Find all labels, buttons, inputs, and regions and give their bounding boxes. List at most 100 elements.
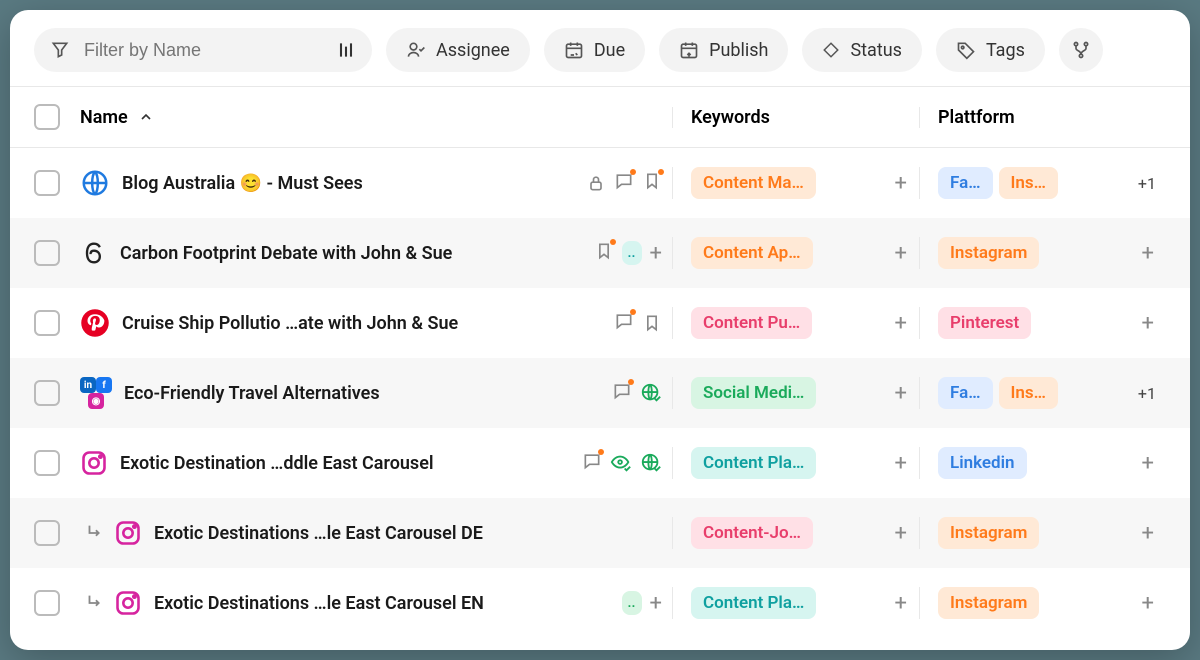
- assignee-label: Assignee: [436, 40, 510, 61]
- table-row[interactable]: Exotic Destinations …le East Carousel DE…: [10, 498, 1190, 568]
- row-checkbox[interactable]: [34, 450, 60, 476]
- row-checkbox[interactable]: [34, 310, 60, 336]
- overflow-count[interactable]: +1: [1138, 174, 1156, 193]
- keyword-tag[interactable]: Content Pla…: [691, 447, 816, 479]
- platform-tag[interactable]: Pinterest: [938, 307, 1031, 339]
- row-title: Eco-Friendly Travel Alternatives: [124, 383, 380, 404]
- branch-button[interactable]: [1059, 28, 1103, 72]
- add-button[interactable]: +: [650, 241, 662, 266]
- branch-icon: [1071, 40, 1091, 60]
- platform-header-label: Plattform: [938, 107, 1015, 128]
- mini-tag: ..: [622, 591, 642, 615]
- add-keyword-button[interactable]: +: [895, 521, 907, 546]
- mini-tag: ..: [622, 241, 642, 265]
- table-body: Blog Australia 😊 - Must Sees Content Ma……: [10, 148, 1190, 650]
- add-keyword-button[interactable]: +: [895, 241, 907, 266]
- add-keyword-button[interactable]: +: [895, 451, 907, 476]
- row-checkbox[interactable]: [34, 170, 60, 196]
- row-title: Exotic Destination …ddle East Carousel: [120, 453, 434, 474]
- table-row[interactable]: inf◉ Eco-Friendly Travel Alternatives So…: [10, 358, 1190, 428]
- publish-label: Publish: [709, 40, 768, 61]
- platform-tag[interactable]: Ins…: [999, 167, 1058, 199]
- eye-check-icon[interactable]: [610, 452, 632, 474]
- add-platform-button[interactable]: +: [1142, 521, 1154, 546]
- publish-filter[interactable]: Publish: [659, 28, 788, 72]
- add-platform-button[interactable]: +: [1142, 311, 1154, 336]
- keyword-tag[interactable]: Content-Jo…: [691, 517, 813, 549]
- due-label: Due: [594, 40, 625, 61]
- keyword-tag[interactable]: Social Medi…: [691, 377, 816, 409]
- select-all-checkbox[interactable]: [34, 104, 60, 130]
- lock-icon: [586, 173, 606, 193]
- row-title: Carbon Footprint Debate with John & Sue: [120, 243, 452, 264]
- tag-icon: [956, 40, 976, 60]
- add-keyword-button[interactable]: +: [895, 171, 907, 196]
- instagram-icon: [114, 519, 142, 547]
- instagram-icon: [80, 449, 108, 477]
- add-platform-button[interactable]: +: [1142, 241, 1154, 266]
- keyword-tag[interactable]: Content Pu…: [691, 307, 812, 339]
- table-header: Name Keywords Plattform: [10, 86, 1190, 148]
- platform-tag[interactable]: Ins…: [999, 377, 1058, 409]
- table-row[interactable]: Carbon Footprint Debate with John & Sue …: [10, 218, 1190, 288]
- filter-input[interactable]: [82, 39, 256, 62]
- add-button[interactable]: +: [650, 591, 662, 616]
- table-row[interactable]: Exotic Destination …ddle East Carousel C…: [10, 428, 1190, 498]
- row-title: Cruise Ship Pollutio …ate with John & Su…: [122, 313, 458, 334]
- platform-tag[interactable]: Instagram: [938, 587, 1039, 619]
- child-indent-icon: [84, 522, 106, 544]
- platform-tag[interactable]: Instagram: [938, 517, 1039, 549]
- toolbar: Assignee Due Publish Status Tags: [10, 10, 1190, 86]
- multi-platform-icon: inf◉: [80, 377, 112, 409]
- platform-tag[interactable]: Instagram: [938, 237, 1039, 269]
- instagram-icon: [114, 589, 142, 617]
- user-check-icon: [406, 40, 426, 60]
- row-checkbox[interactable]: [34, 240, 60, 266]
- row-title: Blog Australia 😊 - Must Sees: [122, 173, 363, 194]
- table-row[interactable]: Cruise Ship Pollutio …ate with John & Su…: [10, 288, 1190, 358]
- child-indent-icon: [84, 592, 106, 614]
- row-checkbox[interactable]: [34, 380, 60, 406]
- bookmark-icon[interactable]: [642, 313, 662, 333]
- add-keyword-button[interactable]: +: [895, 591, 907, 616]
- sort-asc-icon: [138, 109, 154, 125]
- add-platform-button[interactable]: +: [1142, 451, 1154, 476]
- platform-tag[interactable]: Fa…: [938, 377, 993, 409]
- row-title: Exotic Destinations …le East Carousel EN: [154, 593, 484, 614]
- pinterest-icon: [80, 308, 110, 338]
- keyword-tag[interactable]: Content Ap…: [691, 237, 813, 269]
- table-row[interactable]: Exotic Destinations …le East Carousel EN…: [10, 568, 1190, 638]
- status-filter[interactable]: Status: [802, 28, 921, 72]
- threads-icon: [80, 239, 108, 267]
- diamond-icon: [822, 41, 840, 59]
- due-filter[interactable]: Due: [544, 28, 645, 72]
- add-platform-button[interactable]: +: [1142, 591, 1154, 616]
- row-checkbox[interactable]: [34, 590, 60, 616]
- platform-tag[interactable]: Fa…: [938, 167, 993, 199]
- add-keyword-button[interactable]: +: [895, 311, 907, 336]
- name-column-header[interactable]: Name: [80, 107, 672, 128]
- table-row[interactable]: Blog Australia 😊 - Must Sees Content Ma……: [10, 148, 1190, 218]
- filter-by-name[interactable]: [34, 28, 372, 72]
- assignee-filter[interactable]: Assignee: [386, 28, 530, 72]
- calendar-due-icon: [564, 40, 584, 60]
- name-header-label: Name: [80, 107, 128, 128]
- platform-tag[interactable]: Linkedin: [938, 447, 1027, 479]
- row-title: Exotic Destinations …le East Carousel DE: [154, 523, 483, 544]
- globe-icon: [80, 168, 110, 198]
- overflow-count[interactable]: +1: [1138, 384, 1156, 403]
- tags-label: Tags: [986, 40, 1025, 61]
- add-keyword-button[interactable]: +: [895, 381, 907, 406]
- columns-icon[interactable]: [336, 40, 356, 60]
- keywords-column-header[interactable]: Keywords: [672, 107, 919, 128]
- keyword-tag[interactable]: Content Pla…: [691, 587, 816, 619]
- calendar-publish-icon: [679, 40, 699, 60]
- globe-check-icon[interactable]: [640, 452, 662, 474]
- status-label: Status: [850, 40, 901, 61]
- keyword-tag[interactable]: Content Ma…: [691, 167, 816, 199]
- keywords-header-label: Keywords: [691, 107, 770, 128]
- globe-check-icon[interactable]: [640, 382, 662, 404]
- row-checkbox[interactable]: [34, 520, 60, 546]
- tags-filter[interactable]: Tags: [936, 28, 1045, 72]
- platform-column-header[interactable]: Plattform: [919, 107, 1166, 128]
